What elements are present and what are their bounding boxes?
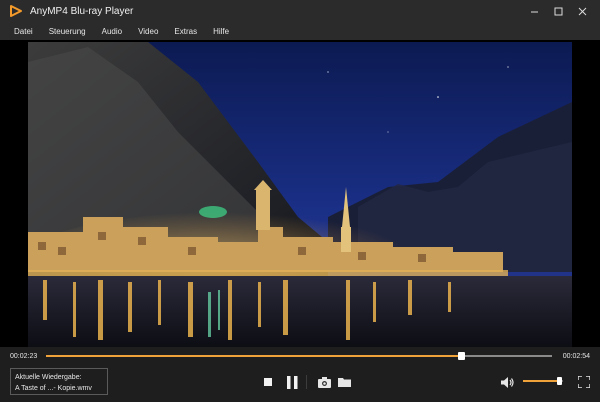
- menu-audio[interactable]: Audio: [100, 27, 124, 36]
- volume-button[interactable]: [500, 374, 516, 390]
- progress-track[interactable]: [46, 352, 552, 360]
- title-bar: AnyMP4 Blu-ray Player: [0, 0, 600, 22]
- app-logo-icon: [10, 5, 22, 17]
- menu-hilfe[interactable]: Hilfe: [211, 27, 231, 36]
- open-folder-button[interactable]: [336, 374, 352, 390]
- menu-bar: Datei Steuerung Audio Video Extras Hilfe: [0, 22, 600, 40]
- now-playing-box: Aktuelle Wiedergabe: A Taste of ...- Kop…: [10, 368, 108, 395]
- volume-fill: [523, 380, 559, 382]
- menu-extras[interactable]: Extras: [172, 27, 199, 36]
- now-playing-file: A Taste of ...- Kopie.wmv: [15, 385, 92, 392]
- close-button[interactable]: [570, 0, 594, 22]
- progress-thumb[interactable]: [457, 352, 465, 360]
- video-frame: [28, 42, 572, 347]
- stop-icon: [264, 378, 272, 386]
- menu-steuerung[interactable]: Steuerung: [47, 27, 88, 36]
- folder-icon: [337, 378, 351, 387]
- window-controls: [522, 0, 594, 22]
- fullscreen-icon: [578, 376, 590, 388]
- volume-icon: [501, 376, 514, 388]
- control-divider: [306, 375, 307, 389]
- menu-datei[interactable]: Datei: [12, 27, 35, 36]
- seek-bar: 00:02:23 00:02:54: [0, 347, 600, 365]
- menu-video[interactable]: Video: [136, 27, 160, 36]
- pause-icon: [286, 375, 297, 389]
- pause-button[interactable]: [284, 374, 300, 390]
- fullscreen-button[interactable]: [576, 374, 592, 390]
- snapshot-icon: [317, 376, 331, 388]
- progress-fill: [46, 355, 461, 357]
- snapshot-button[interactable]: [316, 374, 332, 390]
- maximize-button[interactable]: [546, 0, 570, 22]
- volume-thumb[interactable]: [557, 377, 562, 385]
- maximize-icon: [554, 7, 562, 15]
- minimize-icon: [530, 11, 538, 12]
- window-title: AnyMP4 Blu-ray Player: [30, 5, 134, 17]
- stop-button[interactable]: [260, 374, 276, 390]
- now-playing-label: Aktuelle Wiedergabe:: [15, 374, 82, 381]
- current-time: 00:02:23: [10, 352, 38, 360]
- video-area[interactable]: [0, 40, 600, 347]
- total-time: 00:02:54: [562, 352, 590, 360]
- close-icon: [578, 7, 586, 15]
- volume-slider[interactable]: [523, 377, 563, 385]
- control-bar: Aktuelle Wiedergabe: A Taste of ...- Kop…: [0, 365, 600, 402]
- minimize-button[interactable]: [522, 0, 546, 22]
